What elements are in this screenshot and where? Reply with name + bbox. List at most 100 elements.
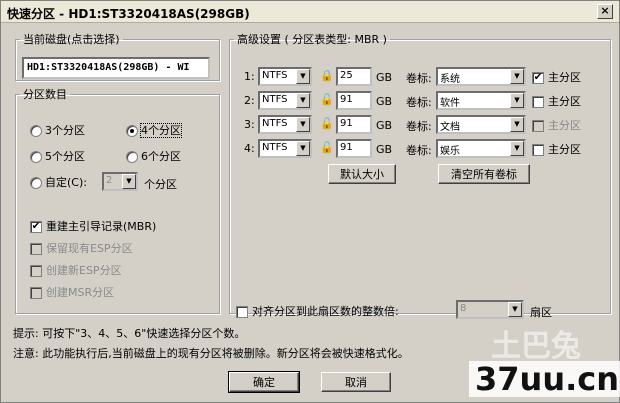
radio-3-indicator bbox=[30, 125, 42, 137]
advanced-settings-group: 高级设置 ( 分区表类型: MBR ) 1: NTFS ▼ 🔒 25 GB 卷标:… bbox=[229, 31, 611, 319]
cancel-button[interactable]: 取消 bbox=[321, 372, 391, 392]
unlock-icon[interactable]: 🔓 bbox=[320, 141, 334, 154]
quick-partition-dialog: 快速分区 - HD1:ST3320418AS(298GB) × 当前磁盘(点击选… bbox=[0, 0, 620, 403]
fs-value: NTFS bbox=[262, 70, 288, 81]
size-input-4[interactable]: 91 bbox=[336, 139, 372, 158]
align-sectors-check[interactable]: 对齐分区到此扇区数的整数倍: bbox=[236, 303, 399, 319]
check-icon: ✔ bbox=[532, 72, 544, 84]
ok-button[interactable]: 确定 bbox=[228, 371, 300, 393]
clear-all-labels-button[interactable]: 清空所有卷标 bbox=[438, 164, 530, 184]
fs-select-3[interactable]: NTFS ▼ bbox=[258, 115, 312, 134]
close-button[interactable]: × bbox=[597, 4, 613, 19]
tip-text: 提示: 可按下"3、4、5、6"快速选择分区个数。 bbox=[13, 327, 246, 340]
unit-label: GB bbox=[376, 71, 393, 84]
checkbox-indicator bbox=[532, 144, 544, 156]
volume-label-select-3[interactable]: 文档 ▼ bbox=[436, 115, 526, 134]
radio-3-partitions[interactable]: 3个分区 bbox=[30, 122, 85, 138]
chevron-down-icon: ▼ bbox=[296, 69, 310, 84]
chevron-down-icon: ▼ bbox=[510, 117, 524, 132]
option-rebuild-mbr-label: 重建主引导记录(MBR) bbox=[46, 220, 157, 233]
radio-custom[interactable]: 自定(C): bbox=[30, 174, 87, 190]
align-sectors-label: 对齐分区到此扇区数的整数倍: bbox=[252, 305, 399, 318]
lock-icon[interactable]: 🔒 bbox=[320, 69, 334, 82]
fs-value: NTFS bbox=[262, 118, 288, 129]
primary-check-3[interactable]: 主分区 bbox=[532, 117, 581, 133]
primary-label: 主分区 bbox=[548, 95, 581, 108]
fs-value: NTFS bbox=[262, 142, 288, 153]
volume-label-select-2[interactable]: 软件 ▼ bbox=[436, 91, 526, 110]
volume-label-caption: 卷标: bbox=[406, 144, 432, 157]
current-disk-selector[interactable]: HD1:ST3320418AS(298GB) - WI bbox=[22, 57, 210, 79]
fs-select-4[interactable]: NTFS ▼ bbox=[258, 139, 312, 158]
radio-5-indicator bbox=[30, 151, 42, 163]
align-sectors-select[interactable]: 8 ▼ bbox=[456, 300, 524, 319]
primary-label: 主分区 bbox=[548, 143, 581, 156]
chevron-down-icon: ▼ bbox=[296, 141, 310, 156]
primary-check-2[interactable]: 主分区 bbox=[532, 93, 581, 109]
title-bar[interactable]: 快速分区 - HD1:ST3320418AS(298GB) × bbox=[1, 1, 619, 23]
checkbox-indicator bbox=[532, 120, 544, 132]
radio-custom-label: 自定(C): bbox=[45, 176, 87, 189]
option-rebuild-mbr[interactable]: ✔ 重建主引导记录(MBR) bbox=[30, 218, 156, 234]
primary-label: 主分区 bbox=[548, 119, 581, 132]
unit-label: GB bbox=[376, 143, 393, 156]
radio-4-partitions[interactable]: 4个分区 bbox=[126, 122, 182, 138]
radio-3-label: 3个分区 bbox=[45, 124, 85, 137]
watermark-faded-text: 土巴兔 bbox=[491, 329, 581, 364]
radio-4-indicator bbox=[126, 125, 138, 137]
size-input-3[interactable]: 91 bbox=[336, 115, 372, 134]
option-create-esp-label: 创建新ESP分区 bbox=[46, 264, 122, 277]
volume-label-select-1[interactable]: 系统 ▼ bbox=[436, 67, 526, 86]
radio-5-partitions[interactable]: 5个分区 bbox=[30, 148, 85, 164]
align-sectors-suffix: 扇区 bbox=[530, 306, 552, 319]
volume-label-value: 系统 bbox=[440, 74, 460, 85]
note-text: 注意: 此功能执行后,当前磁盘上的现有分区将被删除。新分区将会被快速格式化。 bbox=[13, 347, 409, 360]
chevron-down-icon: ▼ bbox=[508, 302, 522, 317]
option-create-esp[interactable]: 创建新ESP分区 bbox=[30, 262, 122, 278]
custom-count-value: 2 bbox=[106, 175, 113, 186]
option-keep-esp[interactable]: 保留现有ESP分区 bbox=[30, 240, 133, 256]
advanced-settings-legend: 高级设置 ( 分区表类型: MBR ) bbox=[237, 33, 387, 46]
custom-count-suffix: 个分区 bbox=[144, 178, 177, 191]
volume-label-value: 文档 bbox=[440, 122, 460, 133]
radio-6-partitions[interactable]: 6个分区 bbox=[126, 148, 181, 164]
chevron-down-icon: ▼ bbox=[122, 174, 136, 189]
unit-label: GB bbox=[376, 95, 393, 108]
radio-6-indicator bbox=[126, 151, 138, 163]
unlock-icon[interactable]: 🔓 bbox=[320, 93, 334, 106]
volume-label-value: 软件 bbox=[440, 98, 460, 109]
current-disk-legend: 当前磁盘(点击选择) bbox=[23, 33, 120, 46]
size-input-1[interactable]: 25 bbox=[336, 67, 372, 86]
option-create-msr-label: 创建MSR分区 bbox=[46, 286, 115, 299]
volume-label-select-4[interactable]: 娱乐 ▼ bbox=[436, 139, 526, 158]
primary-check-4[interactable]: 主分区 bbox=[532, 141, 581, 157]
partition-count-legend: 分区数目 bbox=[23, 88, 67, 101]
volume-label-value: 娱乐 bbox=[440, 146, 460, 157]
checkbox-indicator bbox=[236, 306, 248, 318]
fs-select-2[interactable]: NTFS ▼ bbox=[258, 91, 312, 110]
chevron-down-icon: ▼ bbox=[296, 117, 310, 132]
checkbox-indicator bbox=[532, 96, 544, 108]
fs-select-1[interactable]: NTFS ▼ bbox=[258, 67, 312, 86]
row-index: 2: bbox=[244, 94, 255, 107]
custom-count-select[interactable]: 2 ▼ bbox=[102, 172, 138, 191]
radio-6-label: 6个分区 bbox=[141, 150, 181, 163]
unit-label: GB bbox=[376, 119, 393, 132]
radio-4-label: 4个分区 bbox=[140, 123, 182, 138]
size-input-2[interactable]: 91 bbox=[336, 91, 372, 110]
radio-5-label: 5个分区 bbox=[45, 150, 85, 163]
row-index: 3: bbox=[244, 118, 255, 131]
checkbox-indicator bbox=[30, 265, 42, 277]
row-index: 4: bbox=[244, 142, 255, 155]
volume-label-caption: 卷标: bbox=[406, 120, 432, 133]
unlock-icon[interactable]: 🔓 bbox=[320, 117, 334, 130]
current-disk-group: 当前磁盘(点击选择) HD1:ST3320418AS(298GB) - WI bbox=[15, 31, 220, 81]
chevron-down-icon: ▼ bbox=[296, 93, 310, 108]
option-create-msr[interactable]: 创建MSR分区 bbox=[30, 284, 114, 300]
checkbox-indicator bbox=[30, 243, 42, 255]
primary-check-1[interactable]: ✔ 主分区 bbox=[532, 69, 581, 85]
window-title: 快速分区 - HD1:ST3320418AS(298GB) bbox=[7, 7, 250, 21]
default-size-button[interactable]: 默认大小 bbox=[328, 164, 396, 184]
row-index: 1: bbox=[244, 70, 255, 83]
close-icon: × bbox=[600, 4, 610, 17]
